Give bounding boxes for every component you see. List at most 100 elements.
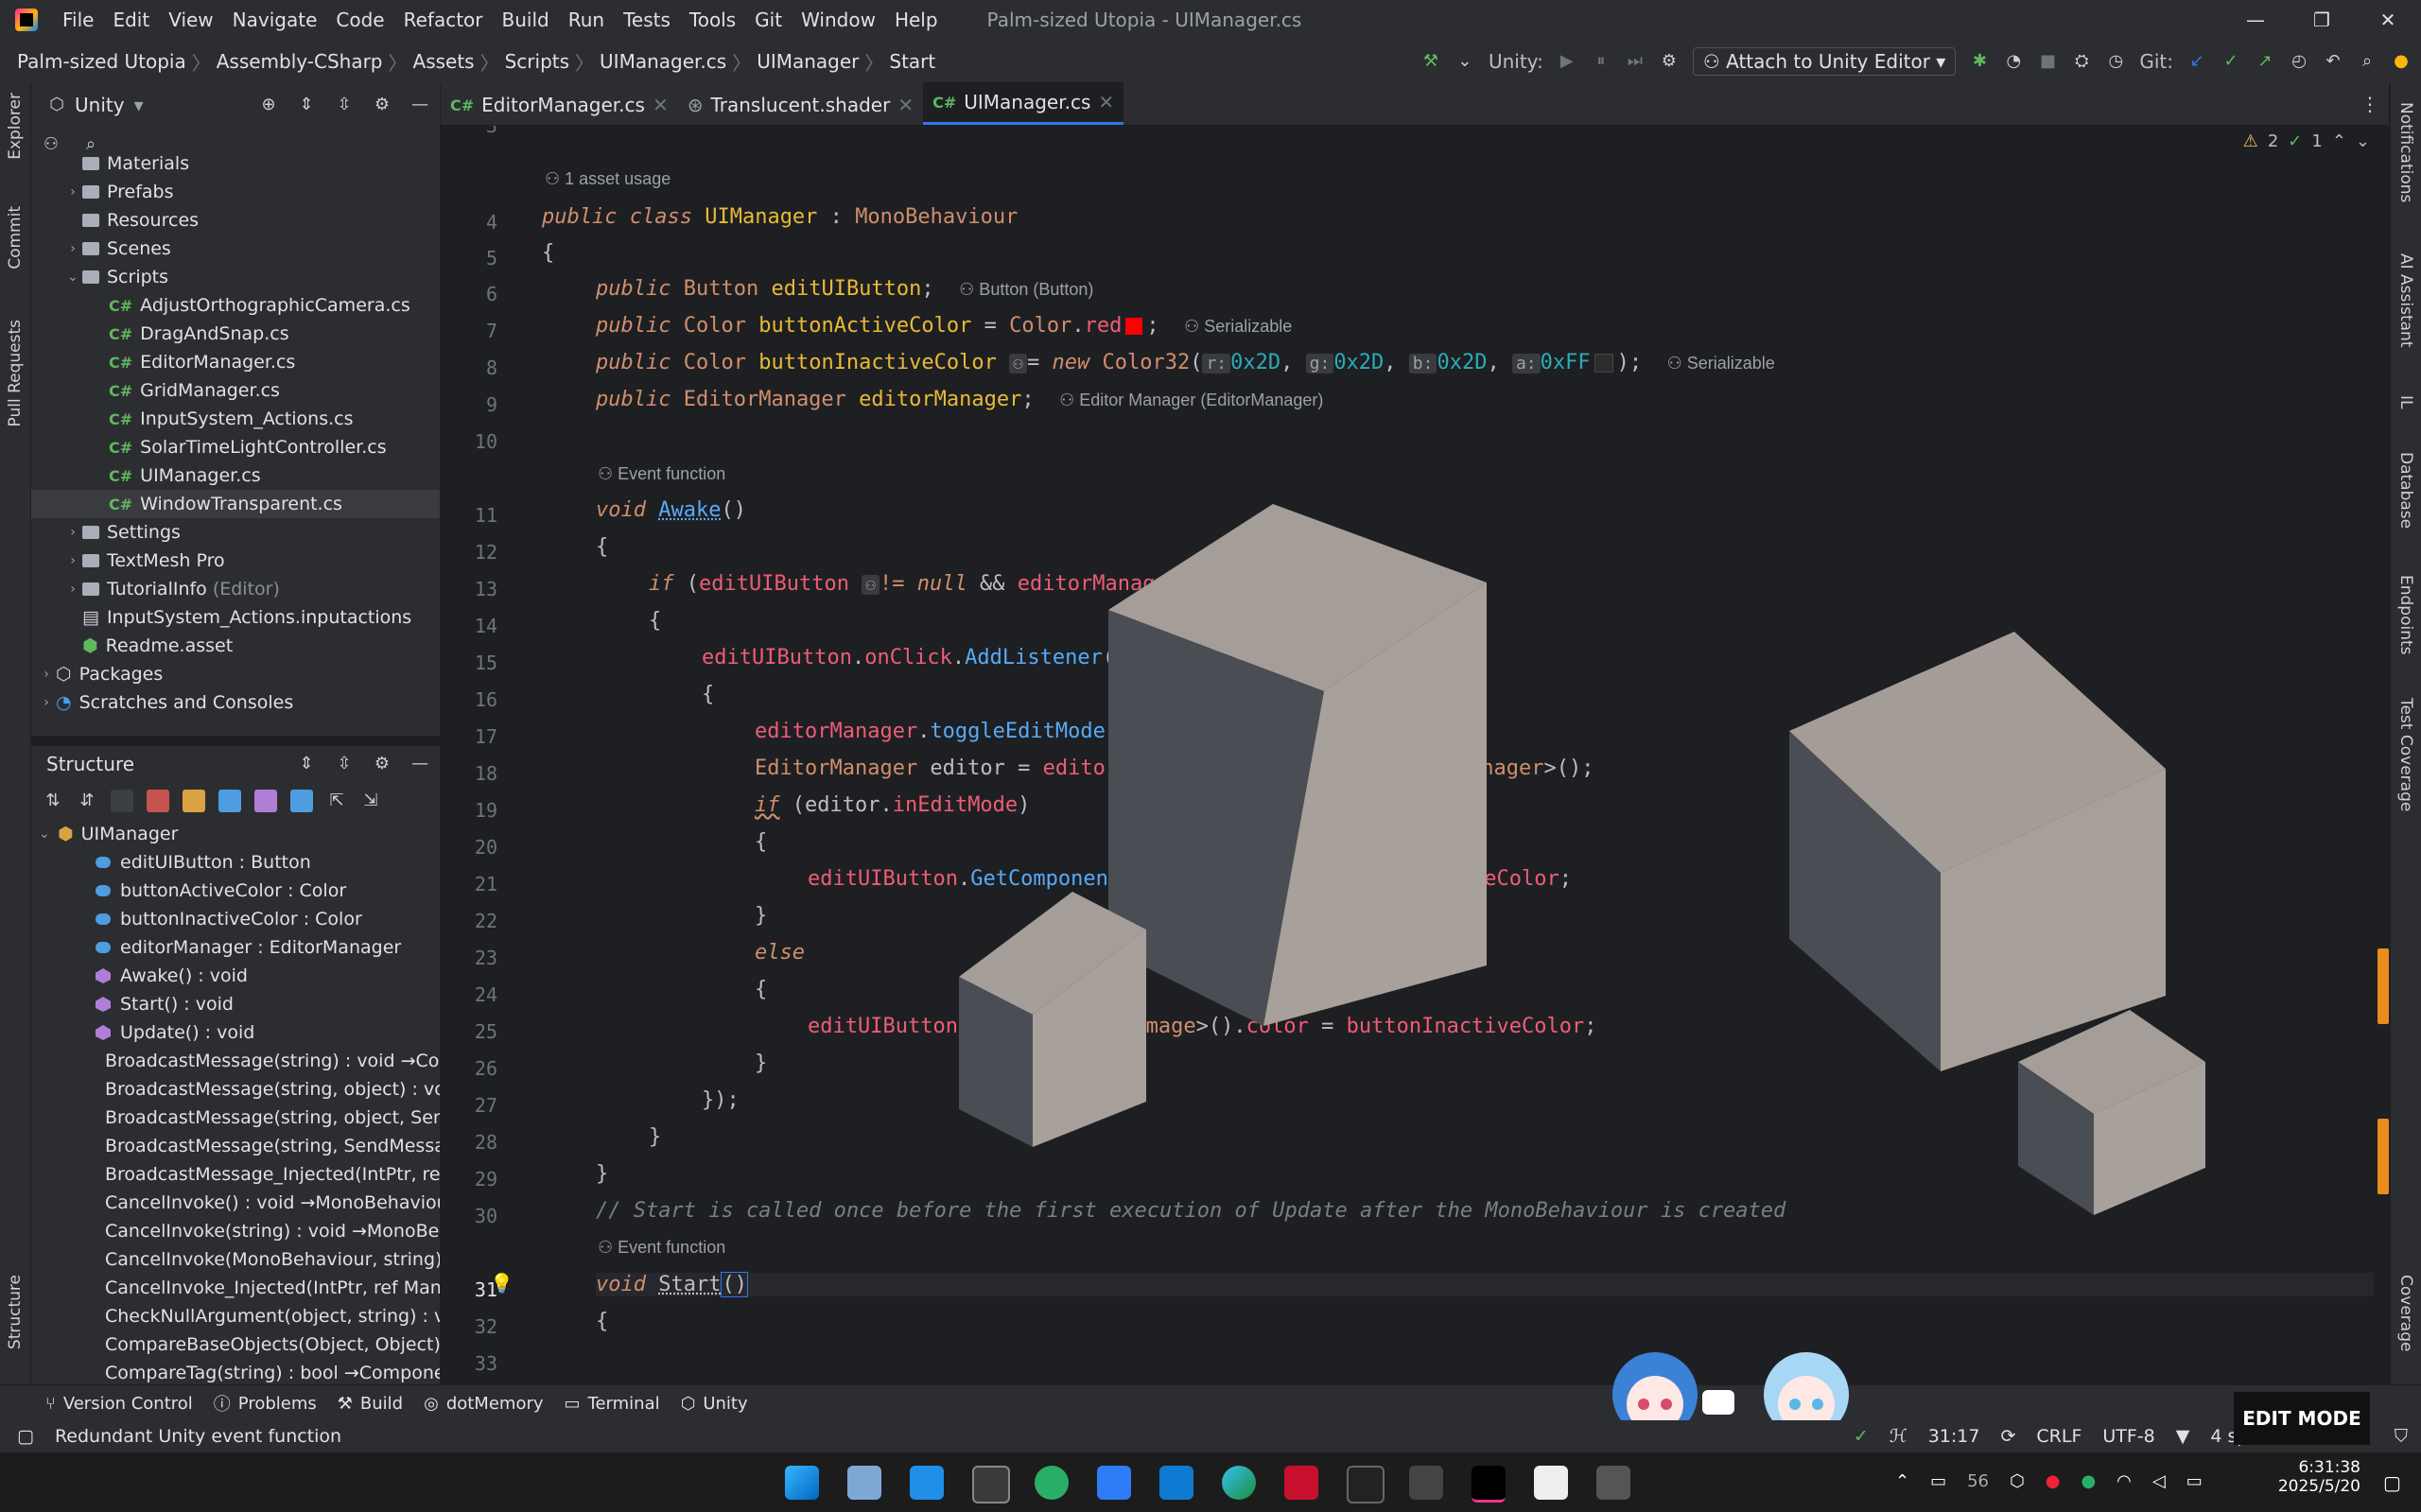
step-icon[interactable]: ⏭ <box>1625 51 1646 72</box>
play-icon[interactable]: ▶ <box>1557 51 1577 72</box>
sort-alpha-icon[interactable]: ⇅ <box>43 791 63 811</box>
build-hammer-icon[interactable]: ⚒ <box>1420 51 1441 72</box>
tree-item[interactable]: › TutorialInfo (Editor) <box>31 575 440 603</box>
clock[interactable]: 6:31:38 2025/5/20 <box>2270 1458 2360 1496</box>
code-editor[interactable]: 3 4 5 6 7 8 9 10 11 12 13 14 15 16 17 18 19 20 21 22 23 24 25 2… <box>441 126 2389 1383</box>
close-icon[interactable]: ✕ <box>1098 91 1114 113</box>
menu-window[interactable]: Window <box>792 9 885 31</box>
caret-position[interactable]: 31:17 <box>1928 1426 1980 1447</box>
tree-item[interactable]: C# SolarTimeLightController.cs <box>31 433 440 461</box>
tree-item[interactable]: › Prefabs <box>31 178 440 206</box>
show-events-icon[interactable] <box>183 790 205 812</box>
shield-icon[interactable]: ⛉ <box>2395 1426 2408 1447</box>
structure-member[interactable]: editorManager : EditorManager <box>31 933 440 962</box>
tree-item[interactable]: › TextMesh Pro <box>31 547 440 575</box>
attach-to-unity-dropdown[interactable]: ⚇ Attach to Unity Editor ▾ <box>1692 47 1957 76</box>
git-update-icon[interactable]: ↙ <box>2186 51 2207 72</box>
chevron-down-icon[interactable]: ⌄ <box>39 826 58 842</box>
menu-edit[interactable]: Edit <box>103 9 159 31</box>
tree-item[interactable]: ⬢ Readme.asset <box>31 632 440 660</box>
structure-member[interactable]: BroadcastMessage(string) : void →Com <box>31 1047 440 1075</box>
structure-member[interactable]: buttonInactiveColor : Color <box>31 905 440 933</box>
hide-icon[interactable]: — <box>409 754 430 774</box>
ai-assistant-tool-button[interactable]: AI Assistant <box>2396 253 2415 348</box>
maximize-button[interactable]: ❐ <box>2289 0 2355 40</box>
chevron-up-icon[interactable]: ⌃ <box>1895 1471 1909 1491</box>
ok-check-icon[interactable]: ✓ <box>1854 1426 1869 1447</box>
structure-root[interactable]: UIManager <box>81 824 179 844</box>
show-inherited-icon[interactable] <box>111 790 133 812</box>
tree-item[interactable]: C# WindowTransparent.cs <box>31 490 440 518</box>
unity-tool-button[interactable]: ⬡ Unity <box>681 1394 748 1414</box>
endpoints-tool-button[interactable]: Endpoints <box>2396 575 2415 655</box>
menu-build[interactable]: Build <box>493 9 559 31</box>
breadcrumb-item[interactable]: Scripts <box>505 50 569 73</box>
menu-git[interactable]: Git <box>745 9 792 31</box>
structure-member[interactable]: BroadcastMessage_Injected(IntPtr, ref M <box>31 1160 440 1189</box>
wechat-tray-icon[interactable]: ● <box>2081 1471 2096 1491</box>
show-methods-icon[interactable] <box>254 790 277 812</box>
explorer-title[interactable]: Unity <box>75 94 125 116</box>
git-history-icon[interactable]: ◴ <box>2289 51 2309 72</box>
expand-all-icon[interactable]: ⇕ <box>296 95 317 115</box>
debug-bug-icon[interactable]: ✱ <box>1969 51 1990 72</box>
expand-all-icon[interactable]: ⇕ <box>296 754 317 774</box>
tray-app-icon[interactable]: ▭ <box>1930 1471 1946 1491</box>
photos-app-icon[interactable] <box>847 1466 881 1500</box>
menu-refactor[interactable]: Refactor <box>394 9 493 31</box>
autoscroll-to-source-icon[interactable]: ⇱ <box>326 791 347 811</box>
tree-item[interactable]: › Scenes <box>31 235 440 263</box>
collapse-all-icon[interactable]: ⇳ <box>334 754 355 774</box>
rider-app-icon[interactable] <box>1472 1466 1506 1503</box>
vscode-app-icon[interactable] <box>1159 1466 1193 1500</box>
close-icon[interactable]: ✕ <box>653 94 669 116</box>
unity-editor-icon[interactable] <box>1596 1466 1630 1500</box>
structure-member[interactable]: CancelInvoke(MonoBehaviour, string) : v <box>31 1245 440 1274</box>
structure-member[interactable]: CancelInvoke() : void →MonoBehaviour <box>31 1189 440 1217</box>
structure-member[interactable]: CancelInvoke(string) : void →MonoBeha <box>31 1217 440 1245</box>
tab-uimanager[interactable]: C# UIManager.cs ✕ <box>923 82 1124 125</box>
git-push-icon[interactable]: ↗ <box>2255 51 2275 72</box>
chevron-icon[interactable]: › <box>37 667 56 682</box>
breadcrumb-item[interactable]: UIManager.cs <box>600 50 726 73</box>
edit-mode-badge[interactable]: EDIT MODE <box>2234 1392 2370 1445</box>
terminal-app-icon[interactable] <box>972 1466 1010 1503</box>
ai-icon[interactable]: ℋ <box>1890 1426 1907 1447</box>
chevron-icon[interactable]: › <box>63 582 82 597</box>
todo-app-icon[interactable] <box>1097 1466 1131 1500</box>
search-icon[interactable]: ⌕ <box>2357 51 2377 72</box>
tray-app-icon[interactable]: ⬡ <box>2010 1471 2025 1491</box>
chevron-down-icon[interactable]: ▾ <box>134 94 144 116</box>
search-icon[interactable]: ⌕ <box>80 134 101 155</box>
menu-run[interactable]: Run <box>559 9 614 31</box>
version-control-tool-button[interactable]: ⑂ Version Control <box>45 1394 193 1414</box>
notifications-tool-button[interactable]: Notifications <box>2396 102 2415 202</box>
structure-member[interactable]: CheckNullArgument(object, string) : voi <box>31 1302 440 1330</box>
tab-translucent-shader[interactable]: ⊛ Translucent.shader ✕ <box>678 85 923 125</box>
unity-debug-icon[interactable]: ⚙ <box>1659 51 1680 72</box>
close-button[interactable]: ✕ <box>2355 0 2421 40</box>
database-tool-button[interactable]: Database <box>2396 452 2415 529</box>
tree-item[interactable]: C# DragAndSnap.cs <box>31 320 440 348</box>
notification-center-icon[interactable]: ▢ <box>2383 1471 2401 1494</box>
gear-icon[interactable]: ⚙ <box>372 95 392 115</box>
unity-hub-icon[interactable] <box>1409 1466 1443 1500</box>
breadcrumb-item[interactable]: Assets <box>413 50 475 73</box>
structure-member[interactable]: BroadcastMessage(string, object) : void <box>31 1075 440 1104</box>
structure-member[interactable]: CompareTag(string) : bool →Componen <box>31 1359 440 1387</box>
breadcrumb-item[interactable]: Palm-sized Utopia <box>17 50 186 73</box>
pause-icon[interactable]: ⏸ <box>1591 51 1611 72</box>
dotmemory-tool-button[interactable]: ◎ dotMemory <box>424 1394 543 1414</box>
tree-item[interactable]: C# AdjustOrthographicCamera.cs <box>31 291 440 320</box>
profiler-icon[interactable]: ◷ <box>2105 51 2126 72</box>
more-tabs-icon[interactable]: ⋮ <box>2360 93 2379 115</box>
menu-help[interactable]: Help <box>885 9 948 31</box>
editorconfig-icon[interactable]: ▼ <box>2176 1426 2190 1447</box>
sort-visibility-icon[interactable]: ⇵ <box>77 791 97 811</box>
close-icon[interactable]: ✕ <box>897 94 914 116</box>
gear-icon[interactable]: ⚙ <box>372 754 392 774</box>
line-ending[interactable]: CRLF <box>2036 1426 2081 1447</box>
test-coverage-tool-button[interactable]: Test Coverage <box>2396 698 2415 811</box>
chevron-down-icon[interactable]: ⌄ <box>1454 51 1475 72</box>
battery-icon[interactable]: ▭ <box>2186 1471 2203 1491</box>
